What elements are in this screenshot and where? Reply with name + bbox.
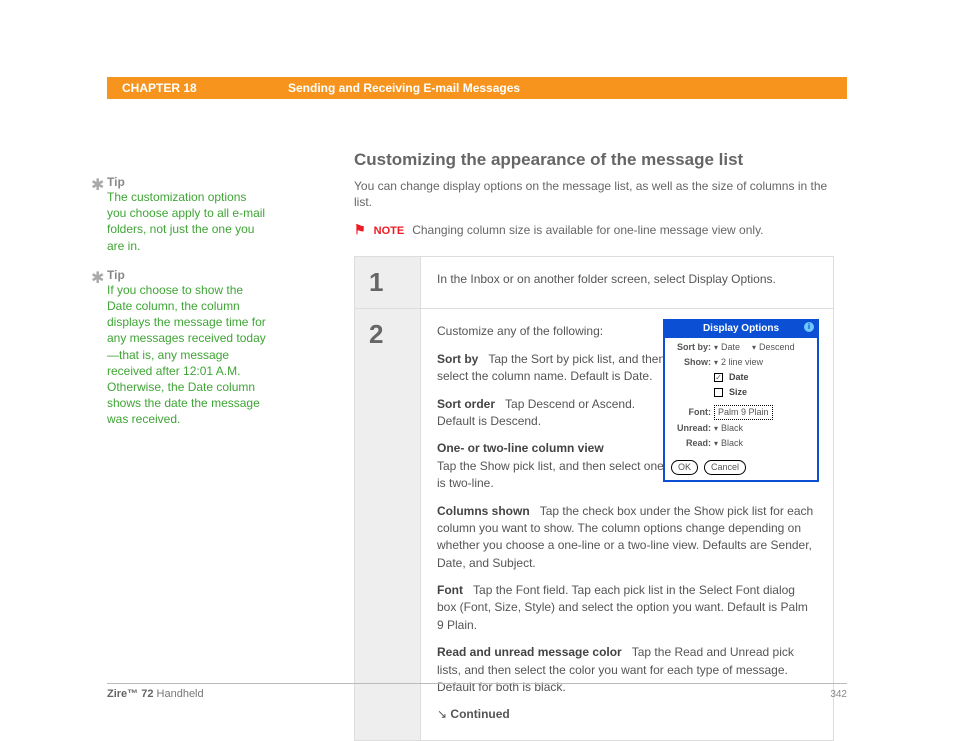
show-label: Show: [671,356,711,369]
step-row: 1 In the Inbox or on another folder scre… [355,257,833,308]
step-item: Columns shown Tap the check box under th… [437,503,817,573]
step-number-cell: 1 [355,257,421,308]
item-label: Read and unread message color [437,645,622,659]
footer-product-bold: Zire™ 72 [107,688,153,700]
dropdown-icon[interactable]: ▾ [752,342,756,354]
steps-box: 1 In the Inbox or on another folder scre… [354,256,834,740]
dialog-title: Display Options i [665,321,817,338]
continued-label: Continued [450,707,509,721]
tip-label: Tip [107,268,269,282]
tip-body: The customization options you choose app… [107,189,269,254]
dialog-body: Sort by: ▾ Date ▾ Descend Show: ▾ 2 line… [665,338,817,456]
item-label: Font [437,583,463,597]
step-number-cell: 2 [355,309,421,739]
dropdown-icon[interactable]: ▾ [714,423,718,435]
main-content: Customizing the appearance of the messag… [354,150,840,741]
ok-button[interactable]: OK [671,460,698,475]
read-value[interactable]: Black [721,437,743,450]
step-body: In the Inbox or on another folder screen… [421,257,833,308]
dropdown-icon[interactable]: ▾ [714,357,718,369]
step-item: Sort by Tap the Sort by pick list, and t… [437,351,669,386]
read-label: Read: [671,437,711,450]
note-text: Changing column size is available for on… [412,223,763,237]
show-value[interactable]: 2 line view [721,356,763,369]
unread-label: Unread: [671,422,711,435]
continued-row: ↘ Continued [437,706,817,723]
step-number: 2 [369,319,410,350]
item-label: Sort by [437,352,478,366]
tip-label: Tip [107,175,269,189]
step-body: Customize any of the following: Sort by … [421,309,833,739]
font-field[interactable]: Palm 9 Plain [714,405,773,420]
footer-product-rest: Handheld [153,688,203,700]
section-intro: You can change display options on the me… [354,178,840,210]
display-options-dialog: Display Options i Sort by: ▾ Date ▾ Desc… [663,319,819,482]
sortby-label: Sort by: [671,341,711,354]
font-label: Font: [671,406,711,419]
dialog-title-text: Display Options [703,323,779,334]
tip-body: If you choose to show the Date column, t… [107,282,269,428]
page-number: 342 [830,689,847,700]
item-label: One- or two-line column view [437,441,604,455]
dropdown-icon[interactable]: ▾ [714,438,718,450]
item-text: Tap the Font field. Tap each pick list i… [437,583,808,632]
item-label: Columns shown [437,504,530,518]
chapter-label: CHAPTER 18 [122,81,197,95]
note-label: NOTE [374,225,405,237]
sidebar-tips: ✱ Tip The customization options you choo… [107,175,269,441]
info-icon[interactable]: i [804,322,814,332]
footer-divider [107,683,847,684]
footer-product: Zire™ 72 Handheld [107,688,204,700]
tip-block: ✱ Tip The customization options you choo… [107,175,269,254]
tip-block: ✱ Tip If you choose to show the Date col… [107,268,269,428]
section-title: Customizing the appearance of the messag… [354,150,840,170]
step-item: Sort order Tap Descend or Ascend. Defaul… [437,396,669,431]
continued-arrow-icon: ↘ [437,707,447,721]
step-item: Font Tap the Font field. Tap each pick l… [437,582,817,634]
sortorder-value[interactable]: Descend [759,341,795,354]
item-label: Sort order [437,397,495,411]
unread-value[interactable]: Black [721,422,743,435]
checkbox-size[interactable] [714,388,723,397]
chapter-title: Sending and Receiving E-mail Messages [288,81,520,95]
step-number: 1 [369,267,410,298]
step-text: In the Inbox or on another folder screen… [437,271,817,288]
step-item: Read and unread message color Tap the Re… [437,644,817,696]
dropdown-icon[interactable]: ▾ [714,342,718,354]
sortby-value[interactable]: Date [721,341,740,354]
step-lead: Customize any of the following: [437,323,669,340]
note-icon: ⚑ [354,222,366,238]
checkbox-date[interactable]: ✓ [714,373,723,382]
checkbox-size-label: Size [729,386,747,399]
cancel-button[interactable]: Cancel [704,460,746,475]
asterisk-icon: ✱ [91,175,104,195]
step-row: 2 Customize any of the following: Sort b… [355,308,833,739]
note-row: ⚑ NOTE Changing column size is available… [354,222,840,238]
page-header: CHAPTER 18 Sending and Receiving E-mail … [107,77,847,99]
asterisk-icon: ✱ [91,268,104,288]
checkbox-date-label: Date [729,371,749,384]
